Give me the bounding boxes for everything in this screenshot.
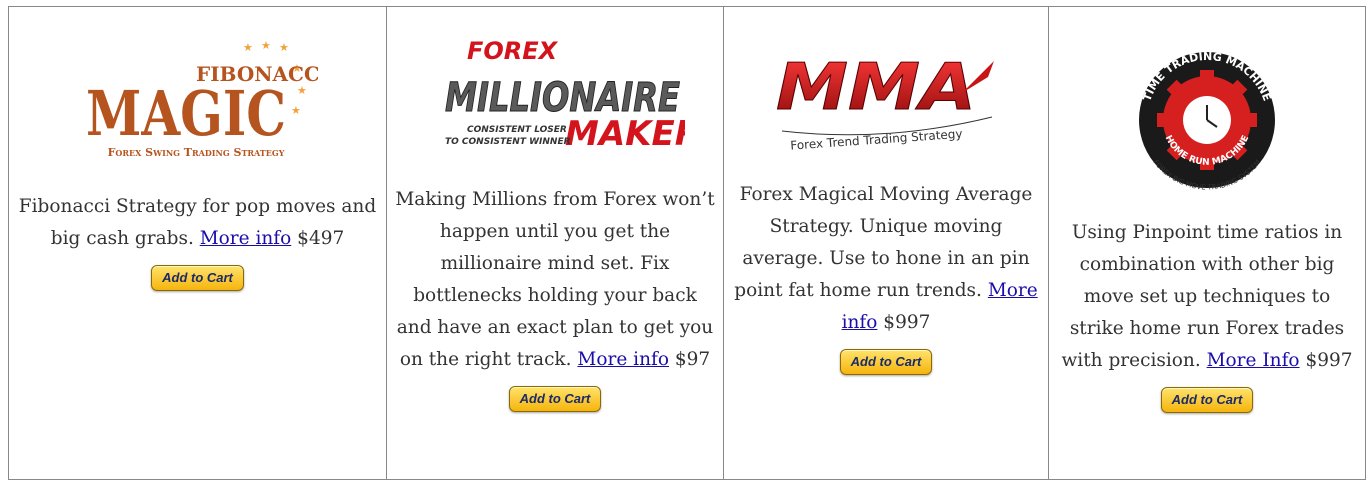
product-description: Fibonacci Strategy for pop moves and big… xyxy=(18,196,377,249)
svg-text:MAGIC: MAGIC xyxy=(86,77,286,150)
fibonacci-magic-logo: ★ ★ ★ ★★★ FIBONACCI MAGIC Forex Swing Trad… xyxy=(86,39,318,159)
svg-text:★: ★ xyxy=(261,39,271,52)
more-info-link[interactable]: More Info xyxy=(1207,350,1300,371)
time-trading-machine-logo: TIME TRADING MACHINE HOME RUN MACHINE FO… xyxy=(1139,50,1275,192)
more-info-link[interactable]: More info xyxy=(200,228,292,249)
add-to-cart-button[interactable]: Add to Cart xyxy=(508,386,602,412)
add-to-cart-button[interactable]: Add to Cart xyxy=(839,349,933,375)
products-table: ★ ★ ★ ★ ★ ★ FIBONACCI MAGIC Forex Swing Trad… xyxy=(8,6,1366,480)
svg-text:FOREX: FOREX xyxy=(467,37,559,65)
product-cell-mma: MMA Forex Trend Trading Strategy Forex M… xyxy=(723,6,1049,480)
svg-text:Forex Swing Trading Strategy: Forex Swing Trading Strategy xyxy=(107,146,284,159)
product-description: Forex Magical Moving Average Strategy. U… xyxy=(734,184,1038,333)
add-to-cart-button[interactable]: Add to Cart xyxy=(151,265,244,291)
add-to-cart-button[interactable]: Add to Cart xyxy=(1160,387,1254,413)
forex-millionaire-maker-logo: FOREX MILLIONAIRE MAKER CONSISTENT LOSER… xyxy=(445,37,686,154)
mma-logo: MMA Forex Trend Trading Strategy xyxy=(776,51,994,153)
svg-text:★: ★ xyxy=(279,41,289,54)
svg-text:MMA: MMA xyxy=(776,51,976,125)
svg-text:MAKER: MAKER xyxy=(565,114,685,154)
svg-text:TO CONSISTENT WINNER: TO CONSISTENT WINNER xyxy=(445,137,571,147)
svg-text:CONSISTENT LOSER: CONSISTENT LOSER xyxy=(467,125,567,135)
more-info-link[interactable]: More info xyxy=(577,349,669,370)
svg-text:★: ★ xyxy=(243,41,253,54)
product-cell-millionaire: FOREX MILLIONAIRE MAKER CONSISTENT LOSER… xyxy=(386,6,724,480)
product-description: Making Millions from Forex won’t happen … xyxy=(395,189,715,370)
product-cell-time-trading: TIME TRADING MACHINE HOME RUN MACHINE FO… xyxy=(1048,6,1366,480)
svg-text:Forex Trend Trading Strategy: Forex Trend Trading Strategy xyxy=(790,127,963,153)
svg-text:★: ★ xyxy=(291,104,301,117)
product-description: Using Pinpoint time ratios in combinatio… xyxy=(1061,222,1353,371)
product-cell-fibonacci: ★ ★ ★ ★ ★ ★ FIBONACCI MAGIC Forex Swing Trad… xyxy=(8,6,387,480)
